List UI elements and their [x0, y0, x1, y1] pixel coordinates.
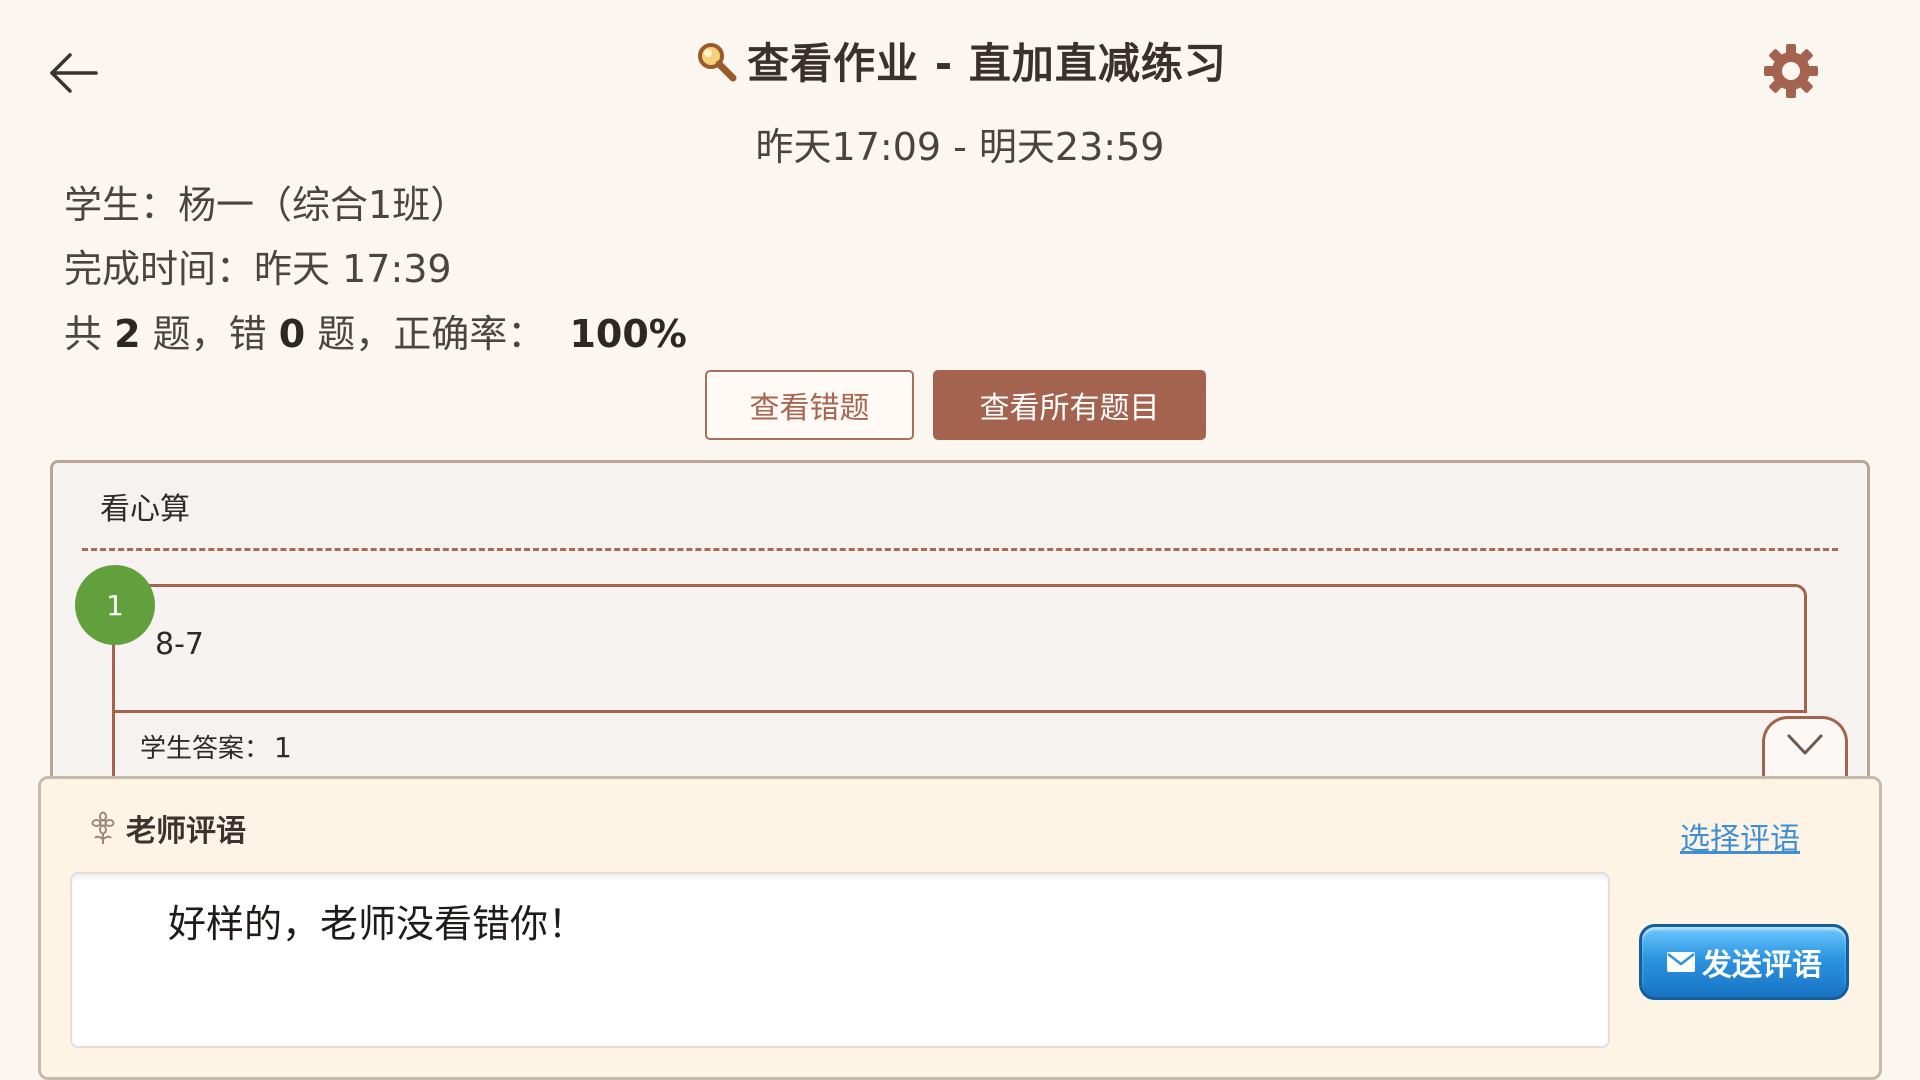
- chevron-down-icon: [1787, 734, 1823, 755]
- comment-title: 老师评语: [126, 814, 246, 849]
- send-comment-label: 发送评语: [1702, 948, 1822, 983]
- view-all-button[interactable]: 查看所有题目: [933, 370, 1206, 440]
- answer-value: 1: [274, 731, 292, 764]
- finish-time-value: 昨天 17:39: [254, 247, 452, 291]
- question-card: [112, 584, 1807, 712]
- finish-time-info: 完成时间：昨天 17:39: [64, 238, 452, 293]
- settings-button[interactable]: [1760, 40, 1822, 102]
- answer-row: [112, 710, 1807, 780]
- page-title: 查看作业 - 直加直减练习: [747, 39, 1227, 88]
- total-count: 2: [114, 312, 141, 356]
- finish-time-label: 完成时间：: [64, 247, 255, 291]
- mail-icon: [1667, 952, 1695, 972]
- answer-label: 学生答案：: [140, 734, 271, 764]
- section-divider: [82, 548, 1838, 551]
- student-info: 学生：杨一（综合1班）: [64, 174, 468, 229]
- send-comment-button[interactable]: 发送评语: [1639, 924, 1849, 1000]
- magnifier-icon: [698, 42, 737, 81]
- score-summary: 共 2 题，错 0 题，正确率： 100%: [64, 303, 687, 358]
- wrong-count: 0: [278, 312, 306, 356]
- student-answer: 学生答案： 1: [140, 728, 292, 765]
- stats-prefix: 共: [64, 312, 115, 356]
- comment-header: 老师评语: [86, 806, 246, 850]
- view-wrong-button[interactable]: 查看错题: [705, 370, 914, 440]
- question-number-badge: 1: [75, 565, 155, 645]
- question-section-title: 看心算: [100, 492, 190, 527]
- stats-mid1: 题，错: [140, 312, 279, 356]
- student-name: 杨一（综合1班）: [178, 183, 469, 227]
- assignment-time-range: 昨天17:09 - 明天23:59: [755, 125, 1165, 169]
- question-expression: 8-7: [155, 627, 204, 662]
- student-label: 学生：: [64, 183, 179, 227]
- flower-icon: [91, 811, 115, 844]
- gear-icon: [1764, 44, 1818, 98]
- select-comment-link[interactable]: 选择评语: [1680, 814, 1800, 858]
- stats-mid2: 题，正确率：: [305, 312, 546, 356]
- accuracy-value: 100%: [569, 312, 687, 356]
- page-header: 查看作业 - 直加直减练习: [0, 30, 1920, 91]
- homework-review-page: 查看作业 - 直加直减练习 昨天17:09 - 明天23:59 学生：杨一（综合…: [0, 0, 1920, 1080]
- comment-text: 好样的，老师没看错你！: [168, 902, 587, 946]
